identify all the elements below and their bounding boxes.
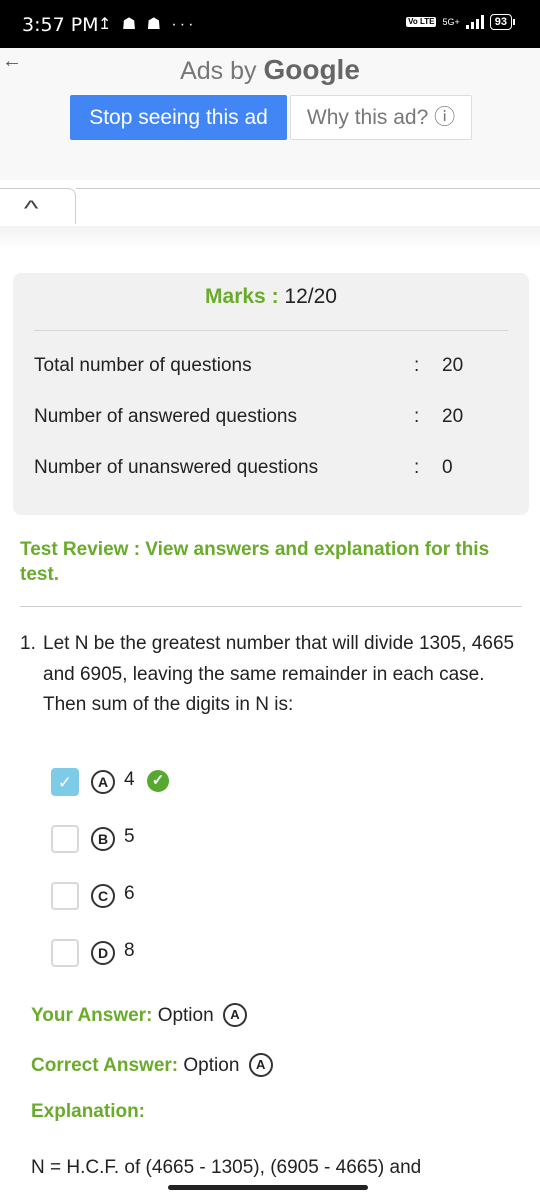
marks-label: Marks : [205,285,279,308]
chevron-up-icon[interactable]: ^ [24,196,38,222]
question-text: Let N be the greatest number that will d… [43,633,515,715]
signal-icon [465,15,484,29]
stat-label: Number of answered questions [34,406,297,427]
review-divider [20,606,522,607]
your-answer: Your Answer: Option A [31,1003,247,1027]
option-letter: A [91,770,115,794]
strip-divider [76,188,540,216]
correct-answer-label: Correct Answer: [31,1055,179,1076]
ad-banner: ← Ads by Google Stop seeing this ad Why … [0,48,540,180]
marks-divider [34,330,508,331]
your-answer-letter: A [222,1003,247,1027]
checkbox-icon[interactable] [51,882,79,910]
question-number: 1. [20,633,36,654]
stat-colon: : [414,355,420,376]
option-letter: B [91,827,115,851]
option-value: 6 [124,883,135,904]
correct-answer-text: Option [183,1055,240,1076]
stat-label: Number of unanswered questions [34,457,319,478]
stat-label: Total number of questions [34,355,252,376]
stat-value: 20 [442,406,464,427]
option-value: 5 [124,826,135,847]
explanation-label: Explanation: [31,1101,146,1122]
explanation-text: N = H.C.F. of (4665 - 1305), (6905 - 466… [31,1157,422,1178]
correct-answer: Correct Answer: Option A [31,1053,273,1077]
shade-divider [0,226,540,250]
your-answer-text: Option [157,1005,214,1026]
stat-colon: : [414,406,420,427]
status-time: 3:57 PM [22,14,99,36]
why-this-ad-button[interactable]: Why this ad? ⓘ [290,95,472,140]
checkbox-icon[interactable] [51,939,79,967]
status-right-group: Vo LTE 5G+ 93 [406,14,516,30]
stat-value: 0 [442,457,453,478]
correct-check-icon: ✓ [147,770,169,792]
option-value: 8 [124,940,135,961]
option-value: 4 [124,769,135,790]
option-letter: D [91,941,115,965]
ad-collapse-strip: ^ [0,180,540,226]
marks-summary-card: Marks : 12/20 Total number of questions … [13,273,529,515]
network-type: 5G+ [442,16,460,27]
checkbox-icon[interactable] [51,825,79,853]
your-answer-label: Your Answer: [31,1005,153,1026]
battery-icon: 93 [489,14,516,30]
ads-by-google: Ads by Google [0,54,540,86]
volte-icon: Vo LTE [406,17,437,27]
option-letter: C [91,884,115,908]
marks-title: Marks : 12/20 [13,285,529,309]
notification-icons: ↥ ☗ ☗ ··· [98,16,197,33]
google-logo: Google [263,54,360,85]
home-indicator[interactable] [168,1185,368,1190]
test-review-link[interactable]: Test Review : View answers and explanati… [20,537,520,587]
stat-colon: : [414,457,420,478]
stop-seeing-ad-button[interactable]: Stop seeing this ad [70,95,287,140]
stat-value: 20 [442,355,464,376]
checkbox-checked-icon[interactable]: ✓ [51,768,79,796]
ads-by-label: Ads by [180,57,257,85]
marks-value: 12/20 [284,285,337,308]
status-bar: 3:57 PM ↥ ☗ ☗ ··· Vo LTE 5G+ 93 [0,0,540,48]
correct-answer-letter: A [248,1053,273,1077]
